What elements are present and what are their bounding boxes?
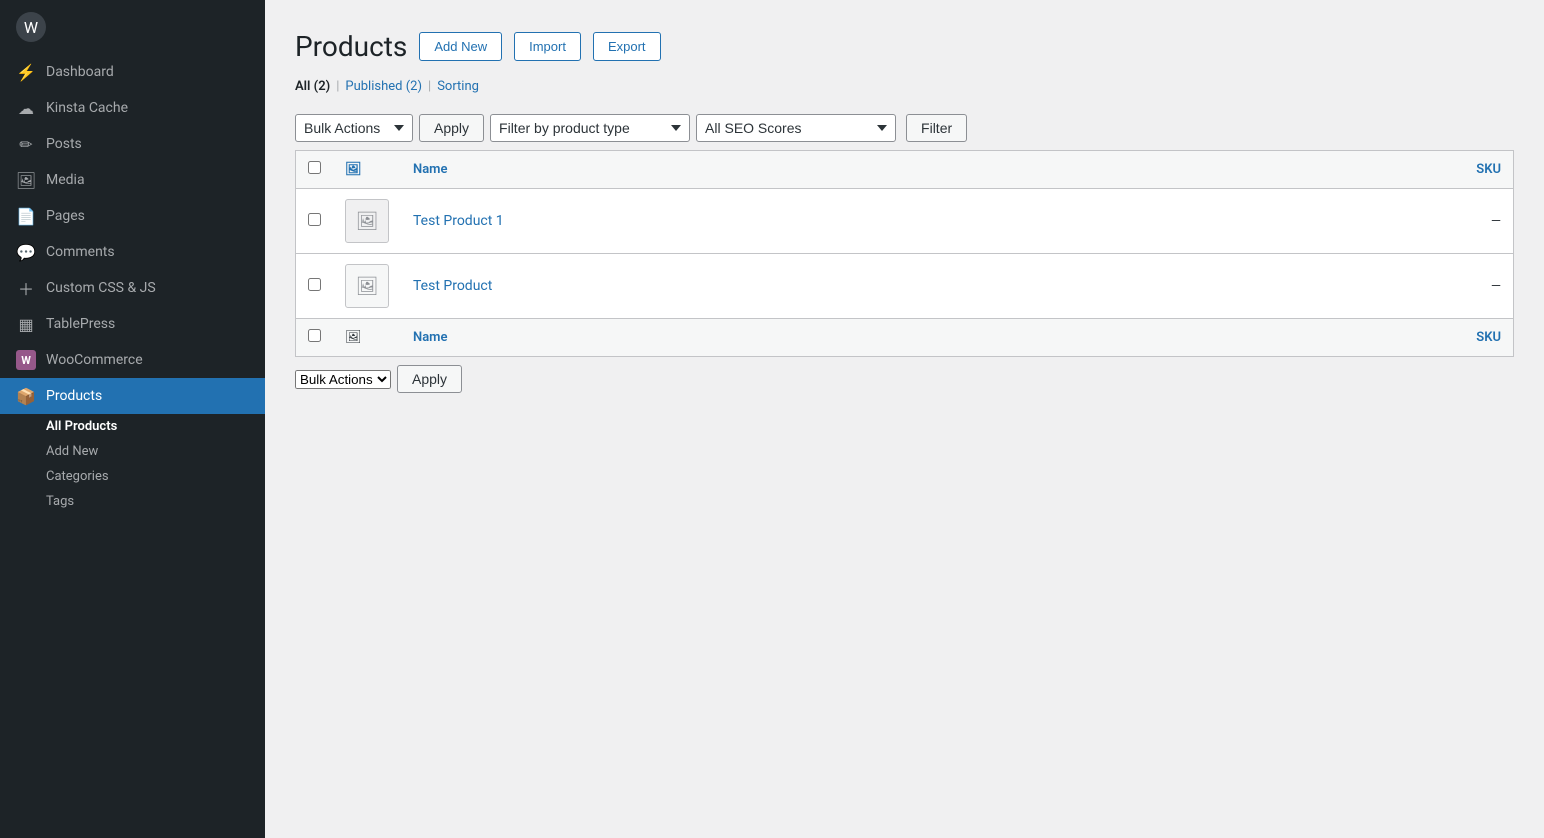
sidebar-item-kinsta-cache[interactable]: ☁ Kinsta Cache bbox=[0, 90, 265, 126]
filter-button[interactable]: Filter bbox=[906, 114, 967, 142]
products-icon: 📦 bbox=[16, 386, 36, 406]
page-title: Products bbox=[295, 30, 407, 63]
table-row: 🖼 Test Product 1 — bbox=[296, 189, 1514, 254]
sidebar-item-products-label: Products bbox=[46, 388, 249, 404]
sidebar-sub-item-categories[interactable]: Categories bbox=[0, 464, 265, 489]
tab-published[interactable]: Published (2) bbox=[345, 79, 422, 94]
tab-sep-2: | bbox=[428, 79, 431, 94]
pages-icon: 📄 bbox=[16, 206, 36, 226]
sidebar: W ⚡ Dashboard ☁ Kinsta Cache ✏ Posts 🖼 M… bbox=[0, 0, 265, 838]
add-new-button[interactable]: Add New bbox=[419, 32, 502, 61]
tab-all-count: (2) bbox=[314, 79, 331, 94]
tab-published-label: Published bbox=[345, 79, 402, 94]
top-toolbar: Bulk Actions Apply Filter by product typ… bbox=[295, 106, 1514, 150]
footer-image-cell: 🖼 bbox=[333, 319, 401, 357]
row2-image-cell: 🖼 bbox=[333, 254, 401, 319]
sidebar-item-tablepress-label: TablePress bbox=[46, 316, 249, 332]
bulk-actions-select-bottom[interactable]: Bulk Actions bbox=[295, 370, 391, 389]
footer-name-cell: Name bbox=[401, 319, 1179, 357]
sidebar-item-comments[interactable]: 💬 Comments bbox=[0, 234, 265, 270]
row1-product-link[interactable]: Test Product 1 bbox=[413, 213, 504, 229]
row2-image: 🖼 bbox=[345, 264, 389, 308]
footer-name-label: Name bbox=[413, 330, 447, 345]
sidebar-item-custom-label: Custom CSS & JS bbox=[46, 280, 249, 296]
sidebar-item-kinsta-label: Kinsta Cache bbox=[46, 100, 249, 116]
tab-sorting[interactable]: Sorting bbox=[437, 79, 479, 94]
sidebar-item-media-label: Media bbox=[46, 172, 249, 188]
footer-image-icon: 🖼 bbox=[345, 330, 362, 345]
apply-button-bottom[interactable]: Apply bbox=[397, 365, 462, 393]
sidebar-sub-item-tags[interactable]: Tags bbox=[0, 489, 265, 514]
sidebar-item-posts[interactable]: ✏ Posts bbox=[0, 126, 265, 162]
sidebar-item-woocommerce-label: WooCommerce bbox=[46, 352, 249, 368]
comments-icon: 💬 bbox=[16, 242, 36, 262]
sidebar-sub-item-add-new[interactable]: Add New bbox=[0, 439, 265, 464]
sidebar-item-posts-label: Posts bbox=[46, 136, 249, 152]
row2-checkbox[interactable] bbox=[308, 278, 321, 291]
row1-image-cell: 🖼 bbox=[333, 189, 401, 254]
row1-sku-cell: — bbox=[1179, 189, 1513, 254]
custom-css-icon: ＋ bbox=[16, 278, 36, 298]
th-name[interactable]: Name bbox=[401, 151, 1179, 189]
row1-image: 🖼 bbox=[345, 199, 389, 243]
all-seo-scores-select[interactable]: All SEO Scores bbox=[696, 114, 896, 142]
th-checkbox bbox=[296, 151, 334, 189]
tablepress-icon: ▦ bbox=[16, 314, 36, 334]
products-arrow bbox=[257, 378, 265, 414]
row2-product-link[interactable]: Test Product bbox=[413, 278, 492, 294]
filter-by-type-select[interactable]: Filter by product type bbox=[490, 114, 690, 142]
sidebar-item-products[interactable]: 📦 Products bbox=[0, 378, 265, 414]
footer-sku-cell: SKU bbox=[1179, 319, 1513, 357]
th-image-icon: 🖼 bbox=[345, 162, 362, 177]
page-header: Products Add New Import Export bbox=[295, 30, 1514, 63]
row2-name-cell: Test Product bbox=[401, 254, 1179, 319]
wp-logo: W bbox=[0, 0, 265, 54]
apply-button-top[interactable]: Apply bbox=[419, 114, 484, 142]
export-button[interactable]: Export bbox=[593, 32, 661, 61]
sidebar-item-dashboard-label: Dashboard bbox=[46, 64, 249, 80]
import-button[interactable]: Import bbox=[514, 32, 581, 61]
woocommerce-icon: W bbox=[16, 350, 36, 370]
select-all-checkbox[interactable] bbox=[308, 161, 321, 174]
th-sku[interactable]: SKU bbox=[1179, 151, 1513, 189]
sidebar-item-custom-css-js[interactable]: ＋ Custom CSS & JS bbox=[0, 270, 265, 306]
products-table: 🖼 Name SKU 🖼 Test Product 1 — bbox=[295, 150, 1514, 357]
sidebar-item-pages-label: Pages bbox=[46, 208, 249, 224]
bulk-actions-select-top[interactable]: Bulk Actions bbox=[295, 114, 413, 142]
main-content: Products Add New Import Export All (2) |… bbox=[265, 0, 1544, 838]
tab-all[interactable]: All (2) bbox=[295, 79, 330, 94]
row1-name-cell: Test Product 1 bbox=[401, 189, 1179, 254]
dashboard-icon: ⚡ bbox=[16, 62, 36, 82]
footer-checkbox-cell bbox=[296, 319, 334, 357]
tab-all-label: All bbox=[295, 79, 310, 94]
tab-published-count: (2) bbox=[406, 79, 422, 94]
sidebar-item-tablepress[interactable]: ▦ TablePress bbox=[0, 306, 265, 342]
table-footer-row: 🖼 Name SKU bbox=[296, 319, 1514, 357]
sidebar-item-woocommerce[interactable]: W WooCommerce bbox=[0, 342, 265, 378]
th-image: 🖼 bbox=[333, 151, 401, 189]
row1-checkbox-cell bbox=[296, 189, 334, 254]
sidebar-sub-item-all-products[interactable]: All Products bbox=[0, 414, 265, 439]
filter-tabs: All (2) | Published (2) | Sorting bbox=[295, 79, 1514, 94]
row2-sku-cell: — bbox=[1179, 254, 1513, 319]
kinsta-icon: ☁ bbox=[16, 98, 36, 118]
sidebar-item-media[interactable]: 🖼 Media bbox=[0, 162, 265, 198]
sidebar-item-comments-label: Comments bbox=[46, 244, 249, 260]
wp-icon: W bbox=[16, 12, 46, 42]
bottom-toolbar: Bulk Actions Apply bbox=[295, 357, 1514, 393]
footer-sku-label: SKU bbox=[1476, 330, 1501, 345]
tab-sep-1: | bbox=[336, 79, 339, 94]
table-header-row: 🖼 Name SKU bbox=[296, 151, 1514, 189]
sidebar-item-pages[interactable]: 📄 Pages bbox=[0, 198, 265, 234]
media-icon: 🖼 bbox=[16, 170, 36, 190]
table-row: 🖼 Test Product — bbox=[296, 254, 1514, 319]
sidebar-item-dashboard[interactable]: ⚡ Dashboard bbox=[0, 54, 265, 90]
row2-checkbox-cell bbox=[296, 254, 334, 319]
posts-icon: ✏ bbox=[16, 134, 36, 154]
footer-select-all-checkbox[interactable] bbox=[308, 329, 321, 342]
row1-checkbox[interactable] bbox=[308, 213, 321, 226]
